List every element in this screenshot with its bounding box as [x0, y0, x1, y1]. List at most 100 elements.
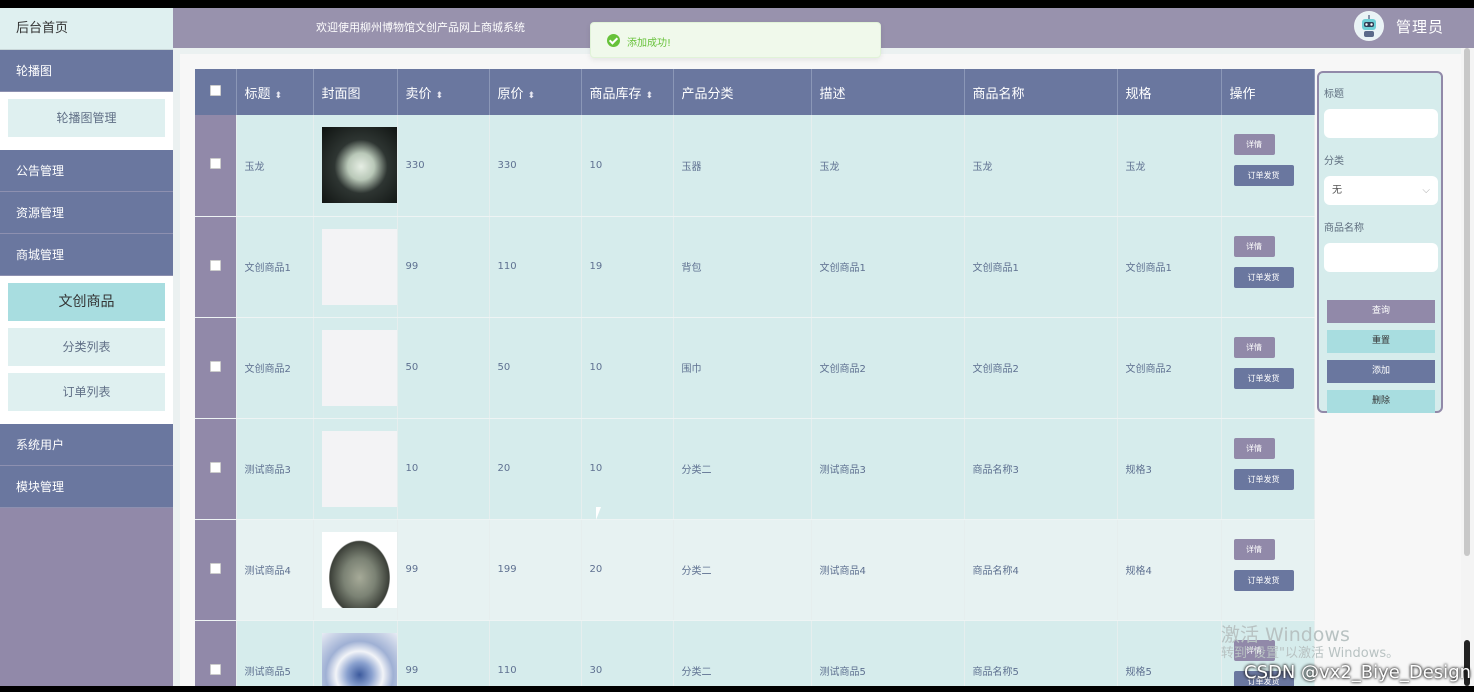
product-thumbnail[interactable] [321, 127, 397, 204]
csdn-watermark: CSDN @vx2_Biye_Design [1244, 662, 1472, 683]
mouse-cursor-icon [596, 507, 606, 520]
detail-button[interactable]: 详情 [1233, 336, 1275, 358]
sidebar-item-mall[interactable]: 商城管理 [0, 234, 173, 276]
detail-button[interactable]: 详情 [1233, 235, 1275, 257]
product-table: 标题 ⬍ 封面图 卖价 ⬍ 原价 ⬍ 商品库存 ⬍ 产品分类 描述 商品名称 规格 操作… [195, 69, 1315, 686]
cell-price: 330 [397, 115, 490, 217]
ship-order-button[interactable]: 订单发货 [1233, 165, 1294, 187]
sort-icon: ⬍ [274, 90, 283, 101]
product-thumbnail[interactable] [321, 430, 397, 507]
cell-desc: 测试商品5 [811, 620, 965, 686]
success-toast: 添加成功! [590, 22, 881, 58]
cell-price: 99 [397, 620, 490, 686]
sort-icon: ⬍ [435, 90, 444, 101]
cell-cover [313, 519, 398, 621]
name-filter-input[interactable] [1324, 243, 1438, 272]
table-row: 文创商品2 50 50 10 围巾 文创商品2 文创商品2 文创商品2 详情 订单发货 [195, 317, 1315, 419]
product-thumbnail[interactable] [321, 228, 397, 305]
table-header-row: 标题 ⬍ 封面图 卖价 ⬍ 原价 ⬍ 商品库存 ⬍ 产品分类 描述 商品名称 规格 操作 [195, 69, 1315, 115]
cell-desc: 文创商品2 [811, 317, 965, 419]
ship-order-button[interactable]: 订单发货 [1233, 468, 1294, 490]
sidebar-home[interactable]: 后台首页 [0, 8, 173, 50]
check-circle-icon [607, 34, 620, 47]
category-filter-label: 分类 [1324, 156, 1344, 167]
add-button[interactable]: 添加 [1327, 360, 1435, 383]
table-row: 文创商品1 99 110 19 背包 文创商品1 文创商品1 文创商品1 详情 订单发货 [195, 216, 1315, 318]
sidebar-sub-categories[interactable]: 分类列表 [8, 328, 165, 366]
ship-order-button[interactable]: 订单发货 [1233, 367, 1294, 389]
sort-icon: ⬍ [645, 90, 654, 101]
col-title[interactable]: 标题 ⬍ [236, 69, 314, 115]
title-filter-label: 标题 [1324, 89, 1344, 100]
cell-desc: 测试商品4 [811, 519, 965, 621]
reset-button[interactable]: 重置 [1327, 330, 1435, 353]
detail-button[interactable]: 详情 [1233, 538, 1275, 560]
vertical-scrollbar[interactable] [1461, 48, 1474, 686]
windows-activation-subtext: 转到"设置"以激活 Windows。 [1221, 646, 1400, 661]
row-select-cell [195, 519, 237, 621]
row-checkbox[interactable] [209, 158, 221, 170]
col-cover: 封面图 [313, 69, 398, 115]
sidebar-item-notice[interactable]: 公告管理 [0, 150, 173, 192]
cell-spec: 规格3 [1117, 418, 1222, 520]
cell-stock: 10 [581, 317, 674, 419]
row-checkbox[interactable] [209, 461, 221, 473]
select-all-header [195, 69, 237, 115]
ship-order-button[interactable]: 订单发货 [1233, 266, 1294, 288]
cell-spec: 规格5 [1117, 620, 1222, 686]
cell-spec: 文创商品1 [1117, 216, 1222, 318]
title-filter-input[interactable] [1324, 109, 1438, 138]
row-checkbox[interactable] [209, 360, 221, 372]
sidebar-item-carousel[interactable]: 轮播图 [0, 50, 173, 92]
product-thumbnail[interactable] [321, 329, 397, 406]
cell-cover [313, 216, 398, 318]
cell-orig-price: 199 [489, 519, 582, 621]
row-checkbox[interactable] [209, 663, 221, 675]
cell-orig-price: 110 [489, 620, 582, 686]
table-row: 测试商品3 10 20 10 分类二 测试商品3 商品名称3 规格3 详情 订单发货 [195, 418, 1315, 520]
sidebar-item-users[interactable]: 系统用户 [0, 424, 173, 466]
category-select[interactable]: 无 ⌵ [1324, 176, 1438, 205]
cell-actions: 详情 订单发货 [1221, 418, 1315, 520]
avatar[interactable] [1354, 11, 1384, 41]
row-checkbox[interactable] [209, 562, 221, 574]
cell-title: 测试商品3 [236, 418, 314, 520]
name-filter-label: 商品名称 [1324, 223, 1364, 234]
cell-actions: 详情 订单发货 [1221, 317, 1315, 419]
scroll-thumb[interactable] [1464, 48, 1470, 556]
sidebar-sub-products[interactable]: 文创商品 [8, 283, 165, 321]
select-all-checkbox[interactable] [209, 84, 221, 96]
cell-desc: 玉龙 [811, 115, 965, 217]
admin-name[interactable]: 管理员 [1396, 16, 1444, 37]
col-category: 产品分类 [673, 69, 812, 115]
sidebar-item-resource[interactable]: 资源管理 [0, 192, 173, 234]
row-select-cell [195, 418, 237, 520]
cell-price: 50 [397, 317, 490, 419]
cell-name: 文创商品2 [964, 317, 1118, 419]
cell-category: 围巾 [673, 317, 812, 419]
row-checkbox[interactable] [209, 259, 221, 271]
cell-cover [313, 115, 398, 217]
query-button[interactable]: 查询 [1327, 300, 1435, 323]
sidebar: 后台首页 轮播图 轮播图管理 公告管理 资源管理 商城管理 文创商品 分类列表 … [0, 8, 173, 686]
cell-stock: 10 [581, 115, 674, 217]
sidebar-item-modules[interactable]: 模块管理 [0, 466, 173, 508]
col-stock[interactable]: 商品库存 ⬍ [581, 69, 674, 115]
sidebar-sub-carousel-manage[interactable]: 轮播图管理 [8, 99, 165, 137]
cell-stock: 19 [581, 216, 674, 318]
cell-name: 文创商品1 [964, 216, 1118, 318]
cell-desc: 测试商品3 [811, 418, 965, 520]
cell-title: 测试商品5 [236, 620, 314, 686]
sidebar-sub-orders[interactable]: 订单列表 [8, 373, 165, 411]
cell-orig-price: 50 [489, 317, 582, 419]
col-orig-price[interactable]: 原价 ⬍ [489, 69, 582, 115]
detail-button[interactable]: 详情 [1233, 437, 1275, 459]
cell-orig-price: 330 [489, 115, 582, 217]
product-thumbnail[interactable] [321, 531, 397, 608]
row-select-cell [195, 620, 237, 686]
product-thumbnail[interactable] [321, 632, 397, 686]
col-price[interactable]: 卖价 ⬍ [397, 69, 490, 115]
delete-button[interactable]: 删除 [1327, 390, 1435, 413]
detail-button[interactable]: 详情 [1233, 134, 1275, 156]
ship-order-button[interactable]: 订单发货 [1233, 569, 1294, 591]
